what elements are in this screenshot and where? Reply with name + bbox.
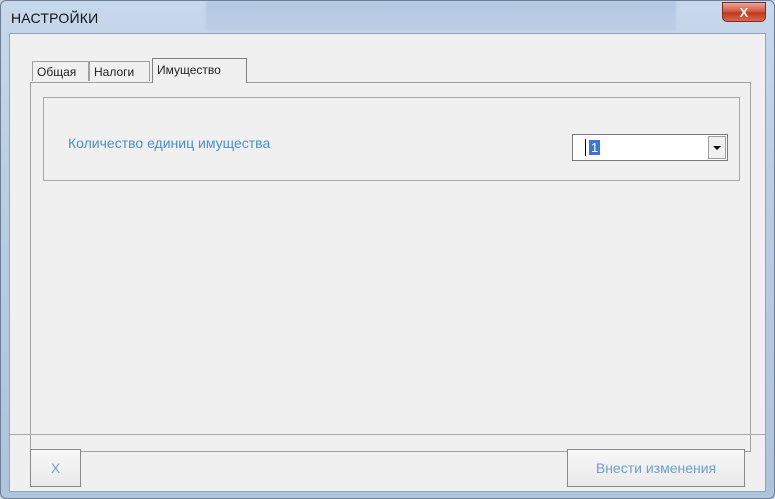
tab-property[interactable]: Имущество [152,58,247,83]
tab-taxes-label: Налоги [94,65,135,79]
tab-taxes[interactable]: Налоги [89,61,150,81]
close-button[interactable]: X [722,2,766,22]
apply-changes-button[interactable]: Внести изменения [567,449,745,487]
tab-property-label: Имущество [157,63,221,77]
quantity-label: Количество единиц имущества [68,135,271,151]
window-title: НАСТРОЙКИ [11,10,99,26]
tab-panel-property: Количество единиц имущества 1 [30,82,751,452]
text-cursor [585,139,586,156]
quantity-value[interactable]: 1 [589,140,601,155]
tab-general-label: Общая [37,65,77,79]
cancel-button[interactable]: X [30,449,81,487]
tab-general[interactable]: Общая [32,61,89,81]
background-window-ghost [206,1,676,31]
title-bar[interactable]: НАСТРОЙКИ X [1,1,774,33]
quantity-combobox[interactable]: 1 [572,134,728,161]
chevron-down-icon[interactable] [708,136,726,159]
property-quantity-group: Количество единиц имущества 1 [43,97,740,181]
close-icon: X [739,5,749,20]
settings-window: НАСТРОЙКИ X Общая Налоги Имущество Колич… [0,0,775,499]
button-bar: X Внести изменения [10,434,765,492]
dialog-client-area: Общая Налоги Имущество Количество единиц… [9,33,766,492]
